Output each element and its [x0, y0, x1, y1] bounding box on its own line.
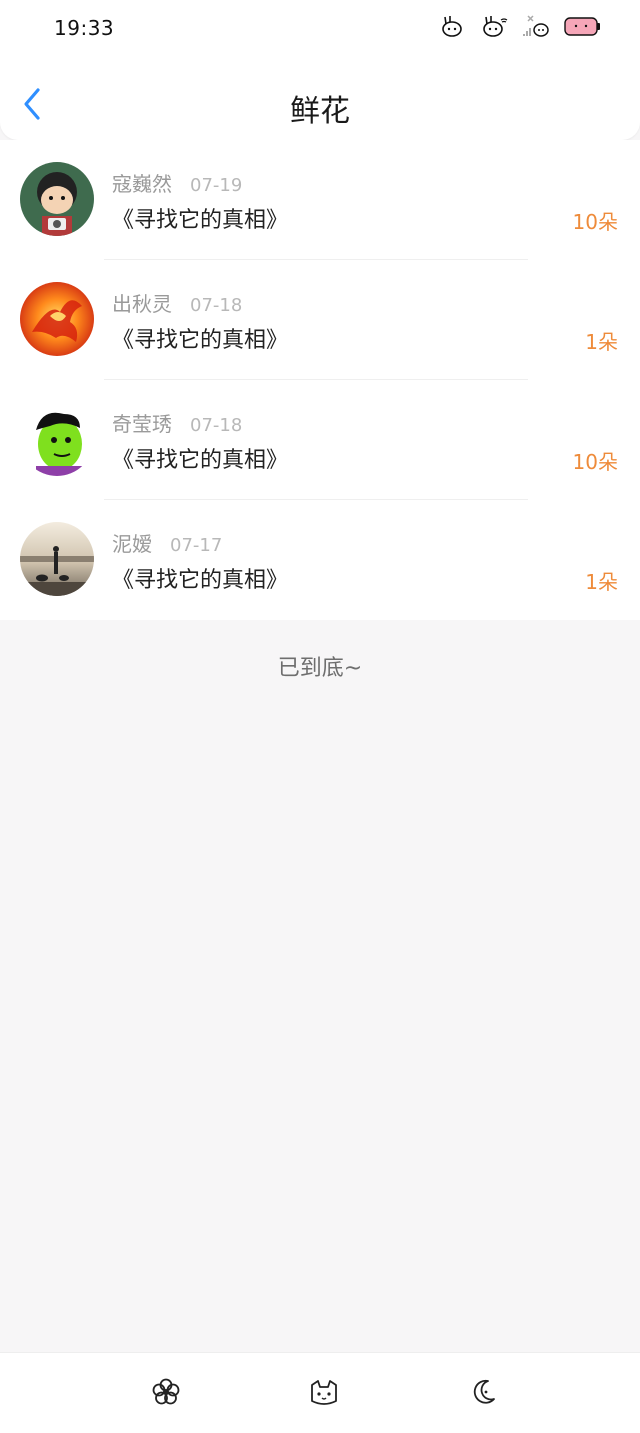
status-time: 19:33: [54, 16, 115, 40]
sender-name: 寇巍然 07-19: [112, 168, 242, 197]
list-item[interactable]: 寇巍然 07-19 《寻找它的真相》 10朵: [0, 140, 640, 260]
send-date: 07-18: [190, 295, 243, 316]
battery-icon: [564, 14, 602, 38]
send-date: 07-18: [190, 415, 243, 436]
page-title: 鲜花: [290, 94, 350, 129]
flower-icon[interactable]: [151, 1377, 181, 1407]
send-date: 07-17: [170, 535, 223, 556]
wifi-bunny-icon: [480, 14, 508, 38]
flower-count: 10朵: [572, 450, 618, 474]
list-item[interactable]: 泥嫒 07-17 《寻找它的真相》 1朵: [0, 500, 640, 620]
flower-list: 寇巍然 07-19 《寻找它的真相》 10朵 出秋灵 07-18 《寻找它的真相…: [0, 140, 640, 620]
list-item[interactable]: 奇莹琇 07-18 《寻找它的真相》 10朵: [0, 380, 640, 500]
avatar[interactable]: [20, 402, 94, 476]
sender-name-text: 泥嫒: [112, 532, 152, 556]
flower-count: 10朵: [572, 210, 618, 234]
list-item[interactable]: 出秋灵 07-18 《寻找它的真相》 1朵: [0, 260, 640, 380]
top-bar: 19:33 鲜花: [0, 0, 640, 140]
work-title[interactable]: 《寻找它的真相》: [112, 562, 288, 594]
moon-icon[interactable]: [468, 1377, 498, 1407]
work-title[interactable]: 《寻找它的真相》: [112, 442, 288, 474]
end-of-list-text: 已到底~: [277, 656, 363, 681]
cat-face-icon[interactable]: [308, 1377, 340, 1407]
work-title[interactable]: 《寻找它的真相》: [112, 322, 288, 354]
sender-name: 奇莹琇 07-18: [112, 408, 242, 437]
flower-count: 1朵: [585, 330, 618, 354]
avatar[interactable]: [20, 162, 94, 236]
send-date: 07-19: [190, 175, 243, 196]
sender-name-text: 出秋灵: [112, 292, 172, 316]
flower-count: 1朵: [585, 570, 618, 594]
sender-name: 泥嫒 07-17: [112, 528, 222, 557]
sender-name-text: 寇巍然: [112, 172, 172, 196]
avatar[interactable]: [20, 282, 94, 356]
notification-bunny-icon: [438, 14, 466, 38]
sender-name: 出秋灵 07-18: [112, 288, 242, 317]
sender-name-text: 奇莹琇: [112, 412, 172, 436]
work-title[interactable]: 《寻找它的真相》: [112, 202, 288, 234]
signal-bunny-icon: [522, 14, 550, 38]
bottom-nav: [0, 1352, 640, 1433]
avatar[interactable]: [20, 522, 94, 596]
status-icons: [438, 14, 602, 38]
